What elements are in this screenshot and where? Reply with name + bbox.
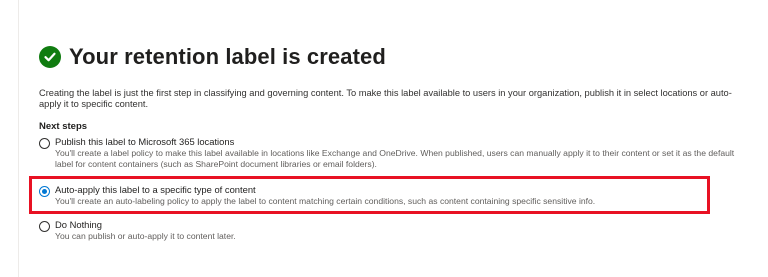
intro-text: Creating the label is just the first ste… <box>39 88 732 109</box>
retention-label-created-panel: Your retention label is created Creating… <box>0 0 768 277</box>
check-circle-icon <box>39 46 61 68</box>
option-label: Publish this label to Microsoft 365 loca… <box>55 136 235 147</box>
option-label: Do Nothing <box>55 219 102 230</box>
page-title: Your retention label is created <box>69 44 386 69</box>
option-description: You'll create a label policy to make thi… <box>55 148 735 169</box>
radio-do-nothing[interactable] <box>39 221 50 232</box>
page-header: Your retention label is created <box>39 44 386 70</box>
next-steps-heading: Next steps <box>39 121 88 132</box>
radio-publish-label[interactable] <box>39 138 50 149</box>
option-publish-label[interactable]: Publish this label to Microsoft 365 loca… <box>39 136 745 170</box>
option-description: You can publish or auto-apply it to cont… <box>55 231 236 241</box>
highlight-box <box>29 176 710 214</box>
panel-divider <box>18 0 19 277</box>
option-do-nothing[interactable]: Do Nothing You can publish or auto-apply… <box>39 219 745 242</box>
